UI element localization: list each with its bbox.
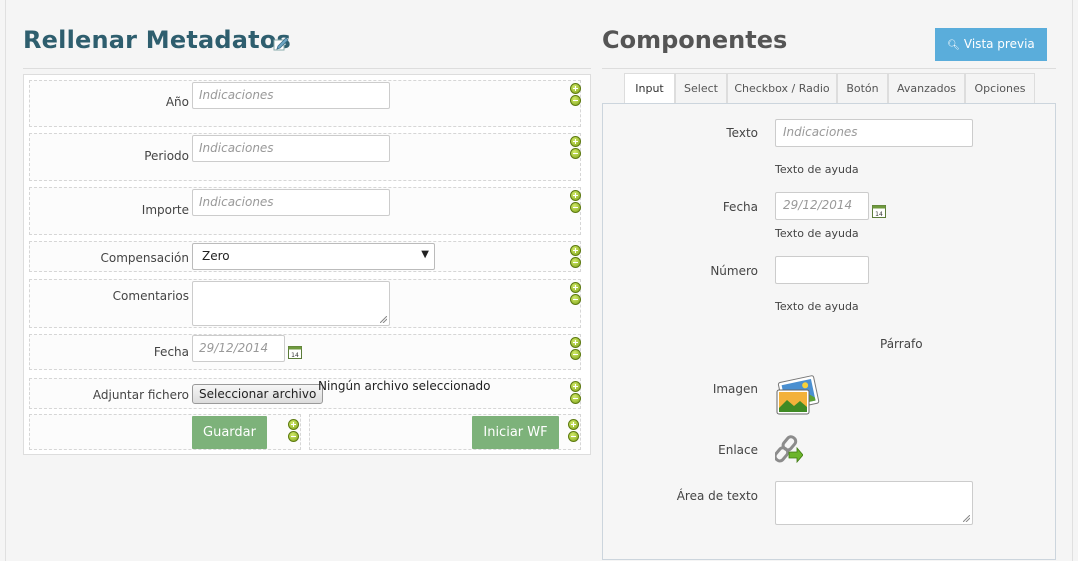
adjuntar-label: Adjuntar fichero — [92, 388, 189, 402]
form-row-adjuntar: Adjuntar fichero Seleccionar archivo Nin… — [29, 378, 581, 409]
form-row-importe: Importe Indicaciones — [29, 187, 581, 235]
parrafo-label[interactable]: Párrafo — [880, 337, 923, 351]
calendar-day-text: 14 — [875, 211, 883, 218]
metadata-form: Año Indicaciones Periodo Indicaciones Im… — [23, 74, 591, 455]
form-row-periodo: Periodo Indicaciones — [29, 133, 581, 181]
zoom-icon: 🔍︎ — [947, 40, 960, 51]
periodo-input[interactable]: Indicaciones — [192, 135, 390, 162]
comentarios-textarea[interactable] — [192, 281, 390, 326]
fecha-component-label: Fecha — [722, 200, 758, 214]
importe-input[interactable]: Indicaciones — [192, 189, 390, 216]
title-divider — [23, 68, 591, 69]
form-row-save: Guardar — [29, 414, 301, 450]
form-row-comentarios: Comentarios — [29, 279, 581, 328]
texto-help: Texto de ayuda — [775, 163, 859, 176]
row-controls-start-wf — [568, 419, 579, 443]
compensacion-label: Compensación — [100, 251, 190, 265]
remove-row-icon[interactable] — [570, 202, 581, 213]
preview-button-label: Vista previa — [963, 37, 1035, 51]
calendar-icon[interactable]: 14 — [872, 204, 886, 218]
row-controls-compensacion — [570, 245, 581, 269]
row-controls-anio — [570, 83, 581, 107]
compensacion-select[interactable]: Zero ▼ — [192, 243, 435, 270]
row-controls-fecha — [570, 337, 581, 361]
calendar-day-text: 14 — [291, 352, 299, 359]
enlace-label: Enlace — [718, 443, 758, 457]
start-wf-button[interactable]: Iniciar WF — [472, 416, 559, 449]
tab-checkbox-radio[interactable]: Checkbox / Radio — [727, 73, 837, 103]
fecha-help: Texto de ayuda — [775, 227, 859, 240]
remove-row-icon[interactable] — [568, 431, 579, 442]
numero-label: Número — [710, 264, 758, 278]
components-divider — [602, 68, 1056, 69]
periodo-label: Periodo — [144, 149, 189, 163]
fecha-input[interactable]: 29/12/2014 — [192, 335, 285, 362]
fecha-label: Fecha — [153, 345, 189, 359]
area-component-textarea[interactable] — [775, 481, 973, 525]
add-row-icon[interactable] — [570, 190, 581, 201]
tab-input[interactable]: Input — [624, 73, 675, 104]
add-row-icon[interactable] — [570, 282, 581, 293]
select-file-button[interactable]: Seleccionar archivo — [192, 384, 324, 404]
importe-label: Importe — [141, 203, 189, 217]
remove-row-icon[interactable] — [570, 349, 581, 360]
numero-help: Texto de ayuda — [775, 300, 859, 313]
remove-row-icon[interactable] — [570, 257, 581, 268]
form-row-start-wf: Iniciar WF — [309, 414, 581, 450]
remove-row-icon[interactable] — [288, 431, 299, 442]
row-controls-save — [288, 419, 299, 443]
tab-opciones[interactable]: Opciones — [965, 73, 1035, 103]
row-controls-comentarios — [570, 282, 581, 306]
row-controls-adjuntar — [570, 381, 581, 405]
resize-grip-icon[interactable] — [963, 515, 970, 522]
page-title: Rellenar Metadatos — [23, 26, 292, 54]
texto-label: Texto — [726, 126, 758, 140]
anio-input[interactable]: Indicaciones — [192, 82, 390, 109]
calendar-icon[interactable]: 14 — [288, 345, 302, 359]
remove-row-icon[interactable] — [570, 148, 581, 159]
add-row-icon[interactable] — [568, 419, 579, 430]
texto-component-input[interactable]: Indicaciones — [775, 119, 973, 147]
link-icon[interactable] — [775, 434, 803, 464]
add-row-icon[interactable] — [570, 83, 581, 94]
add-row-icon[interactable] — [570, 136, 581, 147]
anio-label: Año — [165, 95, 189, 109]
remove-row-icon[interactable] — [570, 294, 581, 305]
numero-component-input[interactable] — [775, 256, 869, 284]
preview-button[interactable]: 🔍︎ Vista previa — [935, 28, 1047, 61]
frame-border-left — [5, 0, 6, 561]
tab-avanzados[interactable]: Avanzados — [888, 73, 965, 103]
remove-row-icon[interactable] — [570, 95, 581, 106]
remove-row-icon[interactable] — [570, 393, 581, 404]
row-controls-periodo — [570, 136, 581, 160]
tab-boton[interactable]: Botón — [837, 73, 888, 103]
area-label: Área de texto — [676, 489, 758, 503]
compensacion-value: Zero — [202, 249, 230, 263]
add-row-icon[interactable] — [570, 381, 581, 392]
comentarios-label: Comentarios — [112, 289, 189, 303]
fecha-component-input[interactable]: 29/12/2014 — [775, 192, 869, 220]
resize-grip-icon[interactable] — [380, 316, 387, 323]
file-status-text: Ningún archivo seleccionado — [318, 379, 491, 393]
row-controls-importe — [570, 190, 581, 214]
tab-select[interactable]: Select — [675, 73, 727, 103]
image-icon[interactable] — [775, 374, 821, 416]
form-row-compensacion: Compensación Zero ▼ — [29, 241, 581, 272]
frame-border-right — [1072, 0, 1073, 561]
add-row-icon[interactable] — [288, 419, 299, 430]
save-button[interactable]: Guardar — [192, 416, 267, 449]
add-row-icon[interactable] — [570, 245, 581, 256]
add-row-icon[interactable] — [570, 337, 581, 348]
components-title: Componentes — [602, 26, 788, 54]
form-row-fecha: Fecha 29/12/2014 14 — [29, 334, 581, 370]
dropdown-arrow-icon: ▼ — [421, 249, 429, 260]
pencil-edit-icon[interactable] — [273, 37, 289, 51]
imagen-label: Imagen — [712, 382, 758, 396]
form-row-anio: Año Indicaciones — [29, 80, 581, 127]
